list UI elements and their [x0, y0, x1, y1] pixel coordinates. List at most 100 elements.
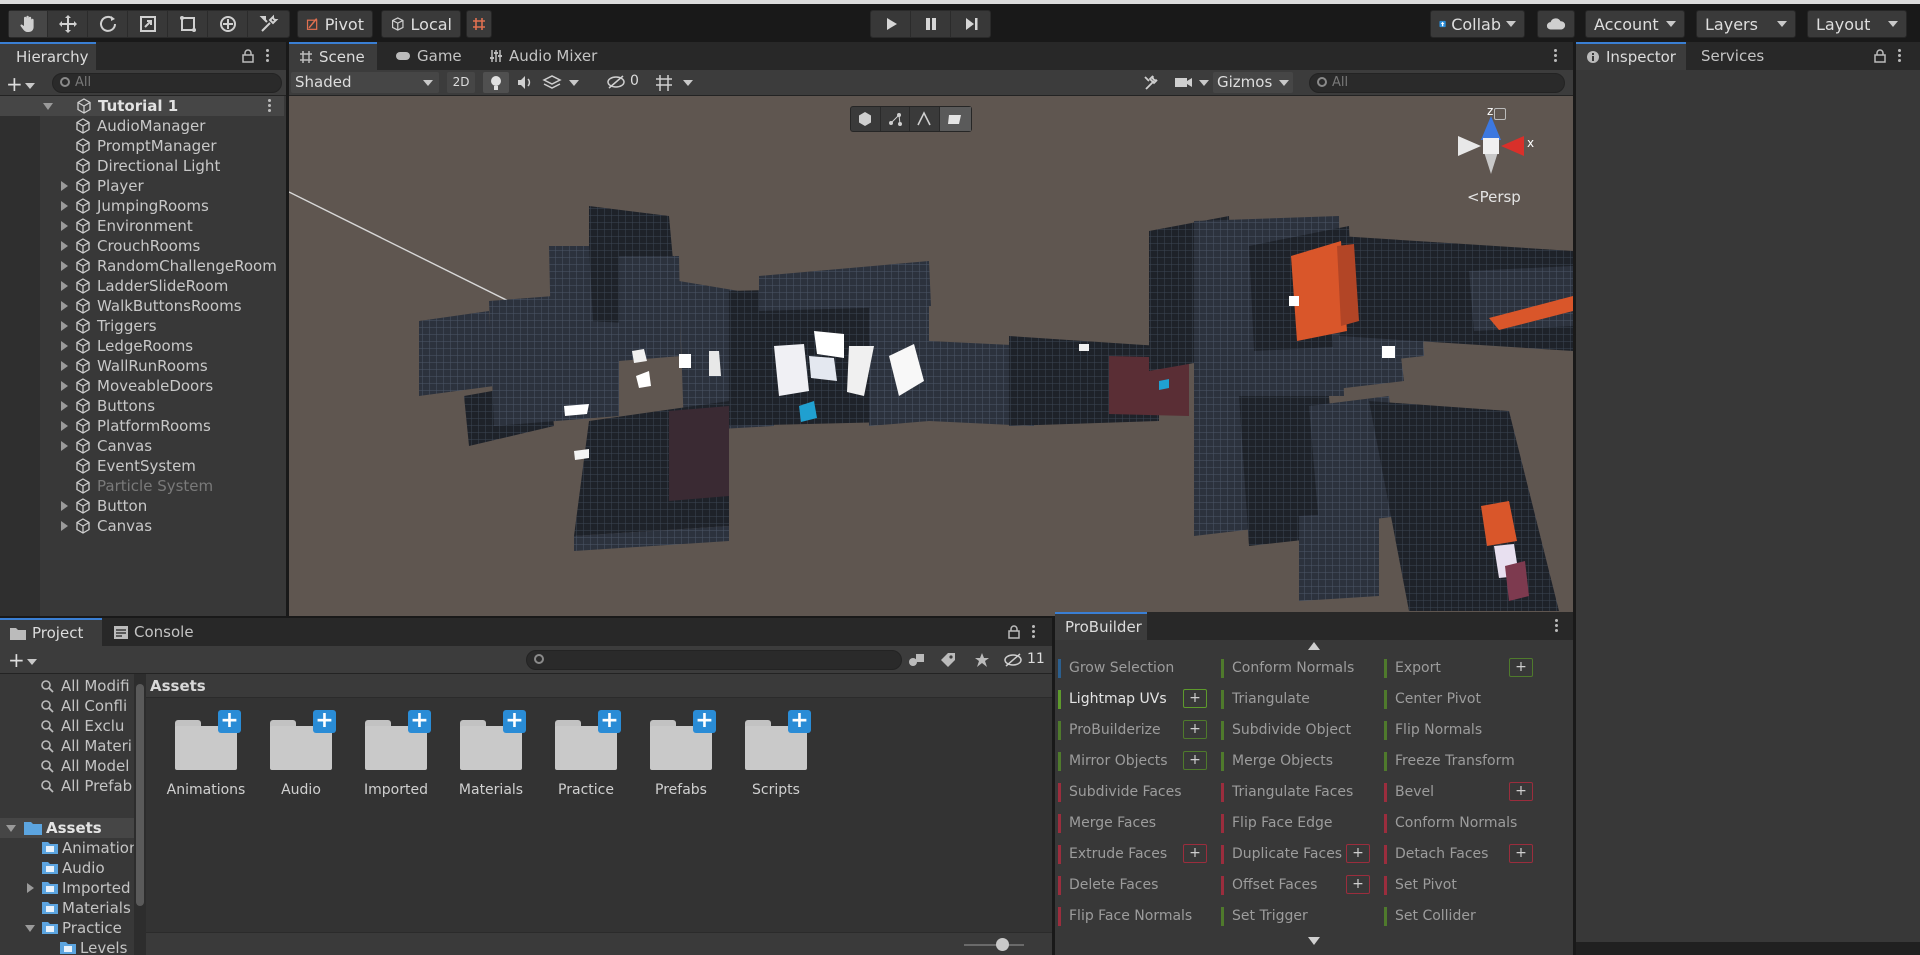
probuilder-options-button[interactable]: +	[1183, 844, 1207, 863]
probuilder-action[interactable]: Center Pivot	[1384, 687, 1534, 711]
tab-audio-mixer[interactable]: Audio Mixer	[479, 42, 607, 70]
favorite-star-icon[interactable]	[974, 652, 990, 668]
audio-toggle[interactable]	[511, 72, 537, 93]
favorite-search-item[interactable]: All Model	[0, 756, 134, 776]
lock-icon[interactable]	[242, 49, 254, 63]
probuilder-options-button[interactable]: +	[1183, 751, 1207, 770]
pivot-toggle[interactable]: Pivot	[297, 10, 373, 38]
folder-tree-scrollbar[interactable]	[134, 674, 146, 955]
hand-tool-button[interactable]	[9, 11, 48, 37]
tab-probuilder[interactable]: ProBuilder	[1055, 612, 1147, 640]
hierarchy-item[interactable]: AudioManager	[0, 116, 284, 136]
layers-dropdown[interactable]: Layers	[1696, 10, 1796, 38]
asset-folder-tree-item[interactable]: Animation	[0, 838, 134, 858]
chevron-down-icon[interactable]	[1199, 80, 1209, 86]
tab-game[interactable]: Game	[385, 42, 472, 70]
scroll-down-icon[interactable]	[1308, 937, 1320, 945]
effects-toggle[interactable]	[539, 72, 565, 93]
tools-settings-button[interactable]	[1139, 72, 1165, 93]
project-search-input[interactable]	[526, 650, 902, 670]
asset-folder-tree-item[interactable]: Practice	[0, 918, 134, 938]
project-menu-icon[interactable]	[1032, 625, 1036, 639]
hierarchy-item[interactable]: Canvas	[0, 436, 284, 456]
probuilder-action[interactable]: Set Pivot	[1384, 873, 1534, 897]
tab-scene[interactable]: Scene	[289, 42, 377, 70]
camera-settings-button[interactable]	[1171, 72, 1197, 93]
grid-snap-button[interactable]	[466, 10, 492, 38]
hierarchy-item[interactable]: WallRunRooms	[0, 356, 284, 376]
probuilder-action[interactable]: Delete Faces	[1058, 873, 1208, 897]
asset-folder-tree-item[interactable]: Imported	[0, 878, 134, 898]
gizmos-dropdown[interactable]: Gizmos	[1213, 72, 1293, 93]
probuilder-action[interactable]: Conform Normals	[1221, 656, 1371, 680]
probuilder-options-button[interactable]: +	[1183, 720, 1207, 739]
asset-folder[interactable]: + Scripts	[736, 710, 816, 798]
probuilder-action[interactable]: Flip Normals	[1384, 718, 1534, 742]
step-button[interactable]	[951, 11, 990, 37]
collab-dropdown[interactable]: Collab	[1430, 10, 1525, 38]
lock-icon[interactable]	[1874, 49, 1886, 63]
probuilder-action[interactable]: Flip Face Normals	[1058, 904, 1208, 928]
vertex-mode-button[interactable]	[881, 107, 911, 131]
asset-folder[interactable]: + Practice	[546, 710, 626, 798]
hierarchy-item[interactable]: Directional Light	[0, 156, 284, 176]
hierarchy-item[interactable]: Button	[0, 496, 284, 516]
probuilder-action[interactable]: Subdivide Object	[1221, 718, 1371, 742]
move-tool-button[interactable]	[48, 11, 88, 37]
probuilder-action[interactable]: Set Collider	[1384, 904, 1534, 928]
hierarchy-item[interactable]: EventSystem	[0, 456, 284, 476]
probuilder-options-button[interactable]: +	[1346, 875, 1370, 894]
probuilder-options-button[interactable]: +	[1509, 844, 1533, 863]
toggle-2d-button[interactable]: 2D	[447, 72, 475, 93]
account-dropdown[interactable]: Account	[1585, 10, 1685, 38]
favorite-search-item[interactable]: All Confli	[0, 696, 134, 716]
probuilder-action[interactable]: Grow Selection	[1058, 656, 1208, 680]
lighting-toggle[interactable]	[483, 72, 509, 93]
probuilder-action[interactable]: Set Trigger	[1221, 904, 1371, 928]
scene-viewport[interactable]: z x <Persp	[289, 96, 1573, 616]
filter-by-type-icon[interactable]	[908, 652, 926, 668]
probuilder-action[interactable]: Conform Normals	[1384, 811, 1534, 835]
hierarchy-item[interactable]: PlatformRooms	[0, 416, 284, 436]
hierarchy-item[interactable]: Environment	[0, 216, 284, 236]
asset-folder[interactable]: + Animations	[166, 710, 246, 799]
scene-panel-menu-icon[interactable]	[1554, 49, 1558, 63]
edge-mode-button[interactable]	[910, 107, 940, 131]
chevron-down-icon[interactable]	[569, 80, 579, 86]
scroll-up-icon[interactable]	[1308, 642, 1320, 650]
probuilder-menu-icon[interactable]	[1555, 619, 1559, 633]
favorite-search-item[interactable]: All Materi	[0, 736, 134, 756]
probuilder-action[interactable]: Flip Face Edge	[1221, 811, 1371, 835]
scrollbar-thumb[interactable]	[136, 684, 144, 906]
hierarchy-item[interactable]: PromptManager	[0, 136, 284, 156]
hierarchy-item[interactable]: JumpingRooms	[0, 196, 284, 216]
probuilder-options-button[interactable]: +	[1346, 844, 1370, 863]
lock-icon[interactable]	[1008, 625, 1020, 639]
hidden-objects-toggle[interactable]	[605, 72, 631, 93]
projection-label[interactable]: <Persp	[1467, 188, 1521, 206]
custom-tools-button[interactable]	[248, 11, 289, 37]
inspector-menu-icon[interactable]	[1898, 49, 1902, 63]
probuilder-action[interactable]: Triangulate Faces	[1221, 780, 1371, 804]
hierarchy-item[interactable]: LadderSlideRoom	[0, 276, 284, 296]
object-mode-button[interactable]	[851, 107, 881, 131]
probuilder-options-button[interactable]: +	[1183, 689, 1207, 708]
pause-button[interactable]	[911, 11, 951, 37]
layout-dropdown[interactable]: Layout	[1807, 10, 1907, 38]
tab-services[interactable]: Services	[1691, 42, 1774, 70]
hierarchy-item[interactable]: Canvas	[0, 516, 284, 536]
asset-folder-tree-item[interactable]: Materials	[0, 898, 134, 918]
probuilder-options-button[interactable]: +	[1509, 782, 1533, 801]
hierarchy-item[interactable]: Player	[0, 176, 284, 196]
play-button[interactable]	[871, 11, 911, 37]
transform-tool-button[interactable]	[208, 11, 248, 37]
hierarchy-item[interactable]: RandomChallengeRoom	[0, 256, 284, 276]
hierarchy-item[interactable]: LedgeRooms	[0, 336, 284, 356]
probuilder-action[interactable]: Merge Objects	[1221, 749, 1371, 773]
favorite-search-item[interactable]: All Exclu	[0, 716, 134, 736]
add-object-button[interactable]: +	[6, 72, 35, 96]
hierarchy-item[interactable]: MoveableDoors	[0, 376, 284, 396]
scene-root-row[interactable]: Tutorial 1	[0, 96, 284, 116]
filter-by-label-icon[interactable]	[940, 652, 956, 668]
probuilder-action[interactable]: Subdivide Faces	[1058, 780, 1208, 804]
